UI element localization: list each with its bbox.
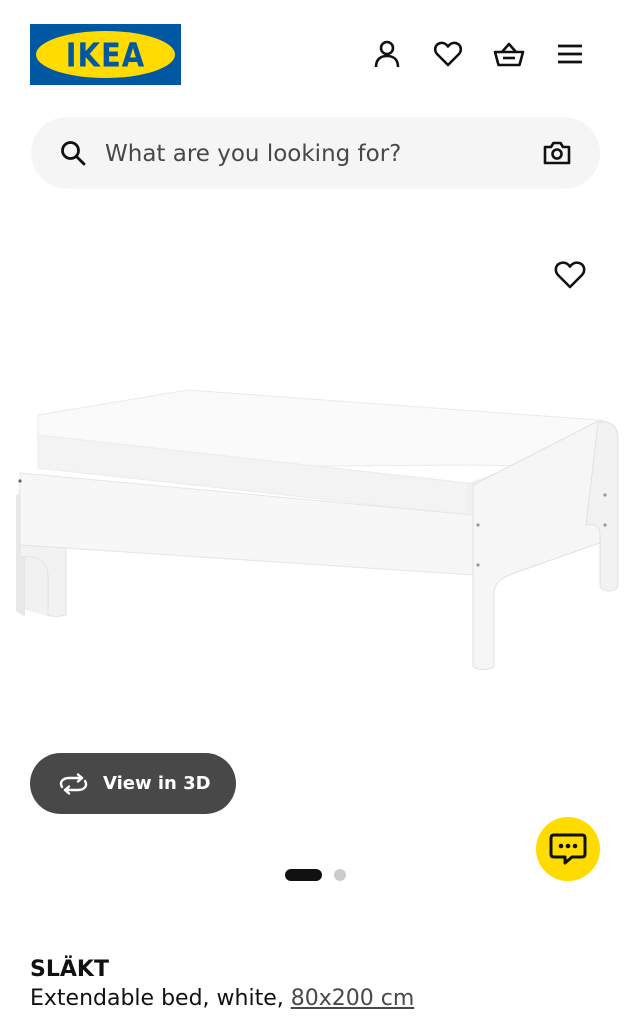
product-image [16,389,619,670]
view-in-3d-label: View in 3D [103,773,211,794]
chat-button[interactable] [536,817,600,881]
carousel-pagination [285,869,346,881]
carousel-dot-active[interactable] [285,869,322,881]
chat-bubble-icon [549,833,587,865]
person-icon [374,40,400,68]
heart-icon [433,41,463,67]
wishlist-button[interactable] [431,37,465,71]
product-name: SLÄKT [30,957,109,982]
search-icon [61,141,86,166]
search-input[interactable] [103,135,527,173]
search-bar[interactable] [31,117,600,189]
camera-icon[interactable] [542,138,572,168]
carousel-dot[interactable] [334,869,346,881]
basket-icon [493,42,525,67]
view-in-3d-button[interactable]: View in 3D [30,753,236,814]
product-description-text: Extendable bed, white, [30,986,284,1011]
product-description: Extendable bed, white, 80x200 cm [30,986,414,1011]
product-size-link[interactable]: 80x200 cm [291,986,415,1011]
logo-text: IKEA [65,34,146,75]
profile-button[interactable] [370,37,404,71]
logo-oval: IKEA [36,31,175,78]
menu-button[interactable] [553,37,587,71]
header: IKEA [0,0,631,100]
cart-button[interactable] [492,37,526,71]
save-to-list-heart-icon[interactable] [553,258,587,292]
menu-icon [558,44,582,64]
ikea-logo[interactable]: IKEA [30,24,181,85]
rotate-3d-icon [59,772,88,795]
